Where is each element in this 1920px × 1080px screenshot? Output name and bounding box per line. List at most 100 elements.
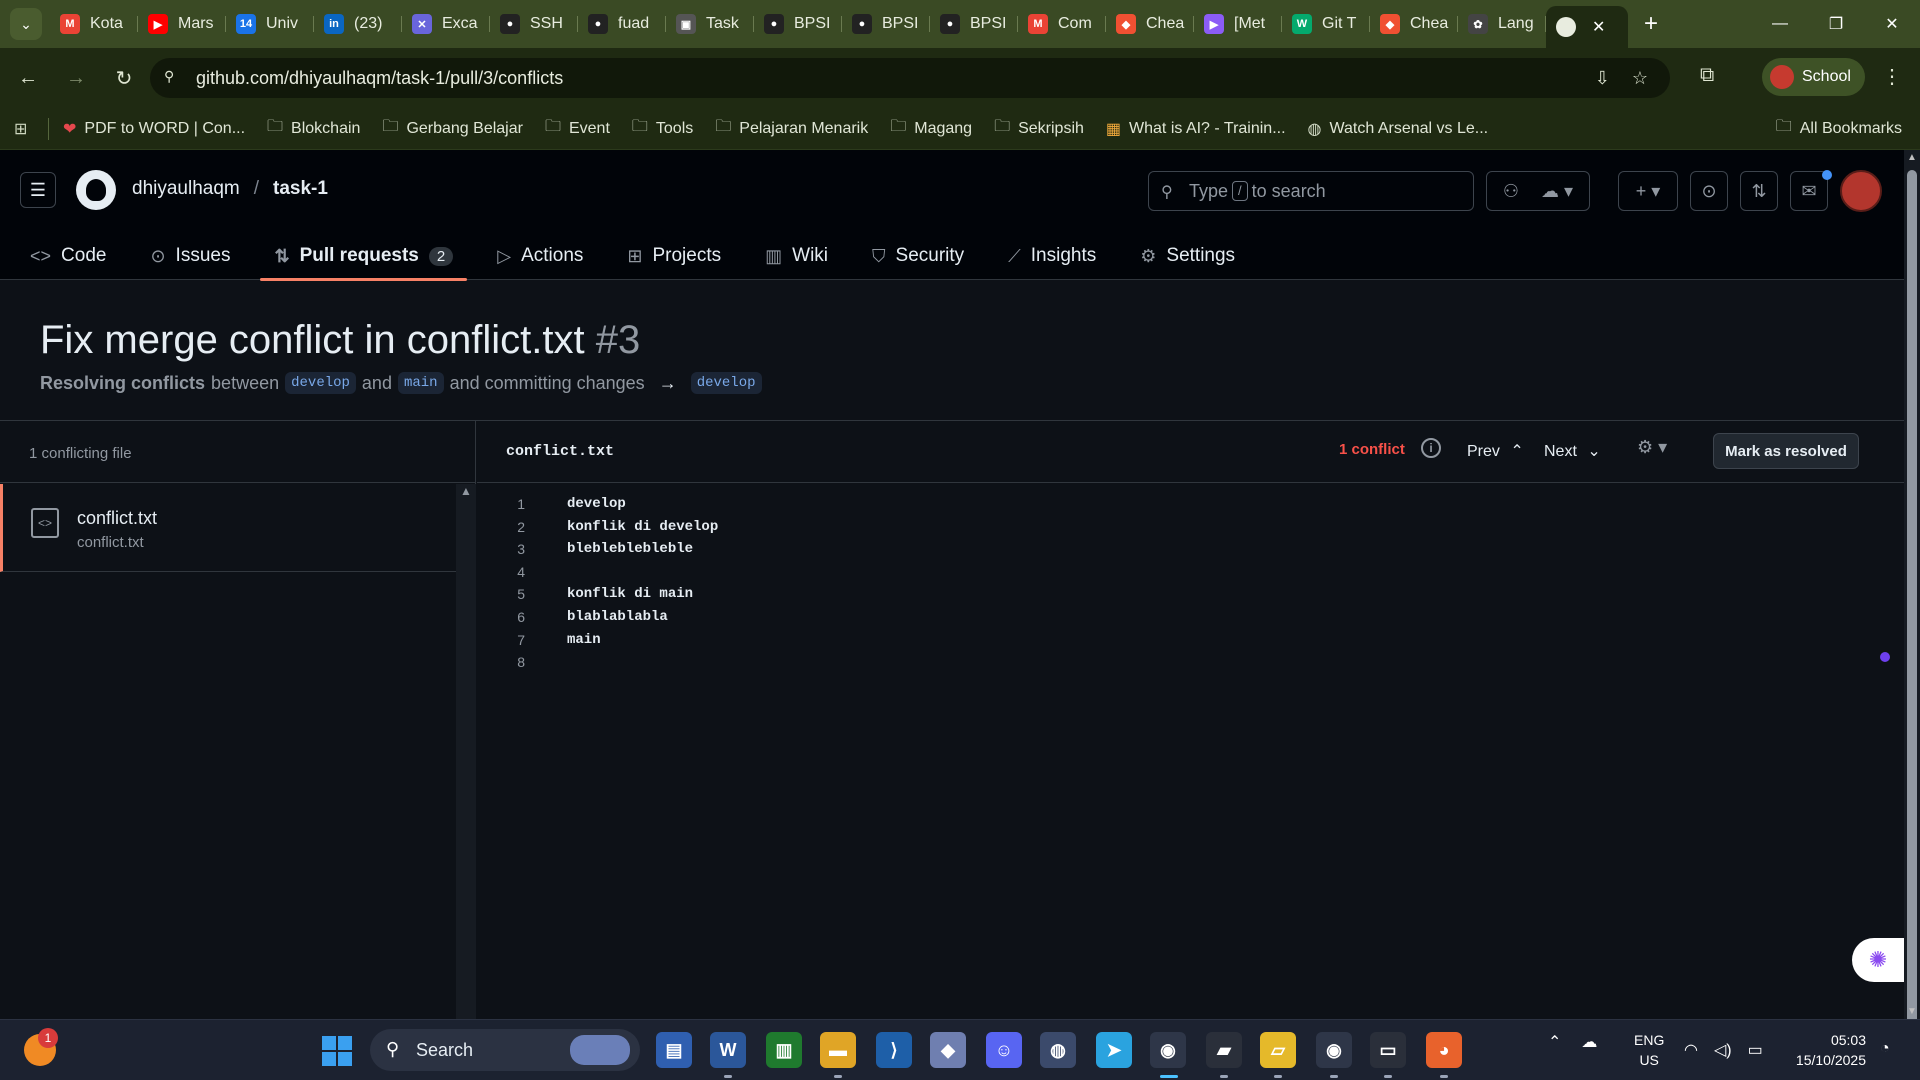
branch-target[interactable]: develop bbox=[690, 372, 762, 394]
windows-start-icon[interactable] bbox=[322, 1036, 352, 1066]
chrome-profile-app-icon[interactable]: ◉ bbox=[1316, 1032, 1352, 1068]
pull-requests-icon[interactable]: ⇅ bbox=[1740, 171, 1778, 211]
browser-tab[interactable]: ✕ Exca bbox=[402, 6, 490, 42]
issues-icon[interactable]: ⊙ bbox=[1690, 171, 1728, 211]
browser-tab[interactable]: W Git T bbox=[1282, 6, 1370, 42]
close-tab-icon[interactable]: ✕ bbox=[1592, 17, 1605, 37]
file-list-scrollbar[interactable] bbox=[456, 484, 476, 1019]
input-language[interactable]: ENG US bbox=[1634, 1030, 1664, 1070]
browser-tab[interactable]: M Com bbox=[1018, 6, 1106, 42]
browser-tab[interactable]: in (23) bbox=[314, 6, 402, 42]
tab-security[interactable]: ⛉ Security bbox=[858, 232, 978, 280]
bookmark-star-icon[interactable]: ☆ bbox=[1632, 68, 1648, 89]
bookmark-item[interactable]: 🗀 Pelajaran Menarik bbox=[715, 115, 868, 142]
page-scrollbar[interactable]: ▲ ▼ bbox=[1904, 150, 1920, 1030]
apps-grid-icon[interactable]: ⊞ bbox=[14, 119, 34, 139]
github-search-input[interactable]: ⚲ Type / to search bbox=[1148, 171, 1474, 211]
file-explorer-icon[interactable]: ▬ bbox=[820, 1032, 856, 1068]
onedrive-cloud-icon[interactable]: ☁ bbox=[1581, 1032, 1597, 1052]
new-tab-plus-icon[interactable]: + bbox=[1644, 10, 1658, 38]
info-icon[interactable]: i bbox=[1421, 438, 1441, 458]
globe-app-icon[interactable]: ◍ bbox=[1040, 1032, 1076, 1068]
hamburger-menu-icon[interactable]: ☰ bbox=[20, 172, 56, 208]
taskbar-search[interactable]: ⚲ Search bbox=[370, 1029, 640, 1071]
prev-conflict-button[interactable]: Prev ⌃ bbox=[1467, 441, 1524, 461]
browser-tab[interactable]: ✿ Lang bbox=[1458, 6, 1546, 42]
editor-settings-gear-icon[interactable]: ⚙ ▾ bbox=[1637, 437, 1667, 458]
browser-tab[interactable]: M Kota bbox=[50, 6, 138, 42]
branch-develop[interactable]: develop bbox=[285, 372, 356, 394]
repo-owner-link[interactable]: dhiyaulhaqm bbox=[132, 178, 240, 200]
install-app-icon[interactable]: ⇩ bbox=[1595, 68, 1610, 89]
address-bar[interactable]: ⚲ github.com/dhiyaulhaqm/task-1/pull/3/c… bbox=[150, 58, 1670, 98]
copilot-button[interactable]: ⚇ ☁ ▾ bbox=[1486, 171, 1590, 211]
discord-app-icon[interactable]: ☺ bbox=[986, 1032, 1022, 1068]
restore-icon[interactable]: ❐ bbox=[1808, 0, 1864, 48]
stock-app-icon[interactable]: ▥ bbox=[766, 1032, 802, 1068]
vscode-app-icon[interactable]: ⟩ bbox=[876, 1032, 912, 1068]
browser-tab[interactable]: ● SSH bbox=[490, 6, 578, 42]
extensions-puzzle-icon[interactable]: ⧉ bbox=[1700, 64, 1714, 87]
tab-projects[interactable]: ⊞ Projects bbox=[613, 232, 735, 280]
system-status[interactable]: ◠ ◁) ▭ bbox=[1684, 1040, 1763, 1060]
branch-main[interactable]: main bbox=[397, 372, 444, 394]
sticky-app-icon[interactable]: ▰ bbox=[1206, 1032, 1242, 1068]
active-tab-github[interactable]: ✕ bbox=[1546, 6, 1628, 48]
browser-tab[interactable]: ● BPSI bbox=[930, 6, 1018, 42]
tab-search-chevron-icon[interactable]: ⌄ bbox=[10, 8, 42, 40]
tab-issues[interactable]: ⊙ Issues bbox=[136, 232, 244, 280]
firefox-app-icon[interactable]: ◕ bbox=[1426, 1032, 1462, 1068]
scrollbar-thumb[interactable] bbox=[1907, 170, 1917, 1030]
browser-tab[interactable]: ▶ Mars bbox=[138, 6, 226, 42]
browser-menu-icon[interactable]: ⋮ bbox=[1882, 64, 1902, 89]
bookmark-item[interactable]: ◍ Watch Arsenal vs Le... bbox=[1308, 119, 1489, 139]
clock[interactable]: 05:03 15/10/2025 bbox=[1782, 1030, 1866, 1070]
forward-arrow-icon[interactable]: → bbox=[56, 58, 96, 98]
bookmark-item[interactable]: 🗀 Magang bbox=[890, 115, 972, 142]
conflict-editor[interactable]: 1 develop 2 konflik di develop 3 bleblebleble… bbox=[477, 484, 1904, 1019]
all-bookmarks-button[interactable]: 🗀 All Bookmarks bbox=[1776, 115, 1902, 142]
back-arrow-icon[interactable]: ← bbox=[8, 58, 48, 98]
telegram-app-icon[interactable]: ➤ bbox=[1096, 1032, 1132, 1068]
notepad-app-icon[interactable]: ▤ bbox=[656, 1032, 692, 1068]
word-app-icon[interactable]: W bbox=[710, 1032, 746, 1068]
browser-tab[interactable]: ◆ Chea bbox=[1370, 6, 1458, 42]
tab-pull-requests[interactable]: ⇅ Pull requests 2 bbox=[260, 232, 468, 281]
app-diamond-icon[interactable]: ◆ bbox=[930, 1032, 966, 1068]
reload-icon[interactable]: ↻ bbox=[104, 58, 144, 98]
browser-tab[interactable]: ▶ [Met bbox=[1194, 6, 1282, 42]
scroll-down-icon[interactable]: ▼ bbox=[1907, 1006, 1917, 1017]
bookmark-item[interactable]: 🗀 Gerbang Belajar bbox=[382, 115, 523, 142]
browser-tab[interactable]: ▣ Task bbox=[666, 6, 754, 42]
tray-chevron-up-icon[interactable]: ⌃ bbox=[1548, 1032, 1561, 1052]
conflict-file-item[interactable]: <> conflict.txt conflict.txt bbox=[0, 484, 456, 572]
browser-tab[interactable]: 14 Univ bbox=[226, 6, 314, 42]
bookmark-item[interactable]: 🗀 Event bbox=[545, 115, 610, 142]
terminal-app-icon[interactable]: ▭ bbox=[1370, 1032, 1406, 1068]
notes-app-icon[interactable]: ▱ bbox=[1260, 1032, 1296, 1068]
browser-tab[interactable]: ● BPSI bbox=[754, 6, 842, 42]
mark-as-resolved-button[interactable]: Mark as resolved bbox=[1713, 433, 1859, 469]
repo-name-link[interactable]: task-1 bbox=[273, 178, 328, 200]
bookmark-item[interactable]: 🗀 Sekripsih bbox=[994, 115, 1084, 142]
tab-insights[interactable]: ⟋ Insights bbox=[994, 232, 1110, 280]
github-logo-icon[interactable] bbox=[76, 170, 116, 210]
next-conflict-button[interactable]: Next ⌄ bbox=[1544, 441, 1601, 461]
bookmark-item[interactable]: ❤ PDF to WORD | Con... bbox=[63, 119, 245, 139]
browser-tab[interactable]: ◆ Chea bbox=[1106, 6, 1194, 42]
bookmark-item[interactable]: ▦ What is AI? - Trainin... bbox=[1106, 119, 1286, 139]
profile-button[interactable]: School bbox=[1762, 58, 1865, 96]
site-info-icon[interactable]: ⚲ bbox=[164, 68, 184, 88]
bookmark-item[interactable]: 🗀 Tools bbox=[632, 115, 693, 142]
bookmark-item[interactable]: 🗀 Blokchain bbox=[267, 115, 360, 142]
scroll-up-icon[interactable]: ▲ bbox=[1907, 152, 1917, 163]
tab-wiki[interactable]: ▥ Wiki bbox=[751, 232, 842, 280]
notification-bell-icon[interactable]: ◔ bbox=[1880, 1040, 1890, 1058]
tab-code[interactable]: <> Code bbox=[16, 232, 120, 280]
close-window-icon[interactable]: ✕ bbox=[1864, 0, 1920, 48]
chrome-app-icon[interactable]: ◉ bbox=[1150, 1032, 1186, 1068]
browser-tab[interactable]: ● fuad bbox=[578, 6, 666, 42]
copilot-chat-icon[interactable]: ✺ bbox=[1852, 938, 1904, 982]
user-avatar[interactable] bbox=[1840, 170, 1882, 212]
tab-actions[interactable]: ▷ Actions bbox=[483, 232, 597, 280]
